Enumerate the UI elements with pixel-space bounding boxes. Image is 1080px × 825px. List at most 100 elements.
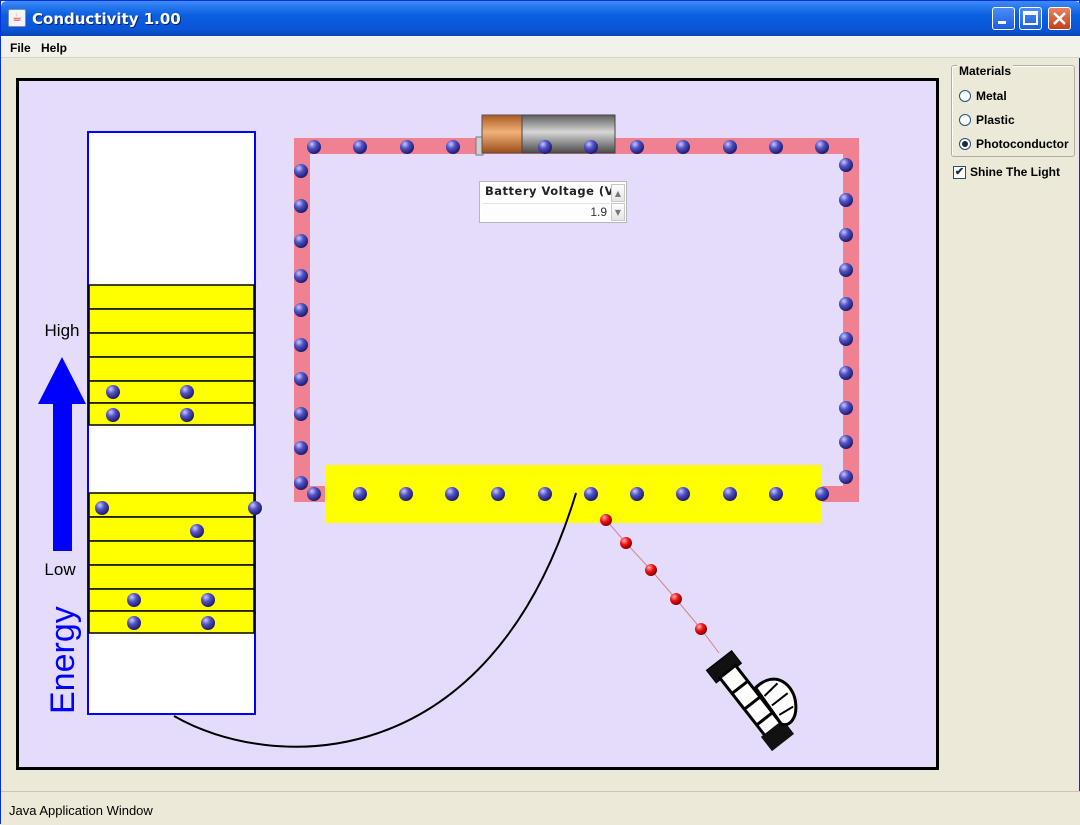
- electron: [294, 372, 308, 386]
- title-bar[interactable]: ☕ Conductivity 1.00: [1, 1, 1080, 36]
- status-bar: Java Application Window: [1, 791, 1080, 825]
- triangle-up-icon: ▲: [614, 189, 622, 198]
- electron: [446, 140, 460, 154]
- materials-panel: Materials Metal Plastic Photoconductor: [951, 64, 1075, 157]
- battery-voltage-spinner[interactable]: Battery Voltage (V) 1.9 ▲ ▼: [479, 181, 627, 223]
- energy-level: [88, 356, 255, 382]
- energy-level: [88, 492, 255, 518]
- electron: [584, 487, 598, 501]
- electron: [839, 193, 853, 207]
- materials-title: Materials: [957, 64, 1014, 78]
- electron: [201, 616, 215, 630]
- energy-high-label: High: [45, 321, 80, 340]
- battery-body: [521, 114, 616, 154]
- menu-help[interactable]: Help: [41, 41, 67, 55]
- energy-level: [88, 588, 255, 612]
- electron: [769, 487, 783, 501]
- electron: [538, 140, 552, 154]
- photon: [695, 623, 707, 635]
- minimize-button[interactable]: [992, 7, 1015, 30]
- radio-icon: [959, 90, 971, 102]
- energy-arrow: High Low Energy: [38, 321, 86, 714]
- electron: [538, 487, 552, 501]
- electron: [676, 140, 690, 154]
- battery-voltage-label: Battery Voltage (V): [485, 184, 620, 198]
- electron: [95, 501, 109, 515]
- close-button[interactable]: [1048, 7, 1071, 30]
- radio-photoconductor[interactable]: Photoconductor: [959, 136, 1069, 152]
- simulation-scene: High Low Energy: [38, 114, 859, 753]
- electron: [190, 524, 204, 538]
- shine-light-checkbox[interactable]: ✔ Shine The Light: [953, 165, 1060, 179]
- radio-photoconductor-label: Photoconductor: [976, 137, 1069, 151]
- radio-plastic[interactable]: Plastic: [959, 112, 1015, 128]
- electron: [106, 408, 120, 422]
- electron: [127, 616, 141, 630]
- maximize-button[interactable]: [1019, 7, 1042, 30]
- spinner-down-button[interactable]: ▼: [611, 203, 625, 221]
- menu-bar: File Help: [1, 36, 1080, 58]
- java-cup-icon: ☕: [8, 9, 26, 27]
- energy-level: [88, 308, 255, 334]
- electron: [839, 401, 853, 415]
- radio-icon: [959, 114, 971, 126]
- battery-cap: [481, 114, 523, 154]
- photon-stream: [600, 514, 720, 654]
- electron: [839, 263, 853, 277]
- status-text: Java Application Window: [9, 803, 153, 818]
- energy-level: [88, 332, 255, 358]
- triangle-down-icon: ▼: [614, 208, 622, 217]
- simulation-canvas[interactable]: High Low Energy: [16, 78, 939, 770]
- electron: [839, 366, 853, 380]
- spinner-up-button[interactable]: ▲: [611, 184, 625, 202]
- electron: [294, 407, 308, 421]
- electron: [294, 441, 308, 455]
- electron: [127, 593, 141, 607]
- electron: [180, 408, 194, 422]
- electron: [399, 487, 413, 501]
- electron: [400, 140, 414, 154]
- electron: [353, 487, 367, 501]
- photon: [600, 514, 612, 526]
- radio-metal[interactable]: Metal: [959, 88, 1007, 104]
- energy-axis-title: Energy: [44, 606, 82, 714]
- electron: [106, 385, 120, 399]
- energy-level: [88, 610, 255, 634]
- electron: [248, 501, 262, 515]
- electron: [723, 487, 737, 501]
- photon: [620, 537, 632, 549]
- electron: [294, 303, 308, 317]
- electron: [839, 158, 853, 172]
- electron: [307, 487, 321, 501]
- energy-low-label: Low: [44, 560, 76, 579]
- menu-file[interactable]: File: [10, 41, 31, 55]
- battery-voltage-field[interactable]: 1.9: [482, 203, 610, 220]
- electron: [353, 140, 367, 154]
- electron: [630, 140, 644, 154]
- electron: [839, 228, 853, 242]
- electron: [180, 385, 194, 399]
- electron: [294, 338, 308, 352]
- electron: [584, 140, 598, 154]
- electron: [294, 269, 308, 283]
- electron: [815, 140, 829, 154]
- electron: [723, 140, 737, 154]
- electron: [445, 487, 459, 501]
- application-window: ☕ Conductivity 1.00 File Help High Low E…: [0, 0, 1080, 825]
- maximize-icon: [1023, 11, 1038, 25]
- flashlight-icon[interactable]: [705, 637, 813, 753]
- electron: [294, 199, 308, 213]
- electron: [676, 487, 690, 501]
- up-arrow-icon: [38, 357, 86, 551]
- electron: [491, 487, 505, 501]
- minimize-icon: [998, 21, 1006, 24]
- battery-voltage-value: 1.9: [590, 205, 607, 219]
- shine-light-label: Shine The Light: [970, 165, 1060, 179]
- close-icon: [1053, 12, 1066, 25]
- energy-level: [88, 540, 255, 566]
- energy-level: [88, 284, 255, 310]
- electron: [630, 487, 644, 501]
- electron: [201, 593, 215, 607]
- radio-plastic-label: Plastic: [976, 113, 1015, 127]
- electron: [839, 332, 853, 346]
